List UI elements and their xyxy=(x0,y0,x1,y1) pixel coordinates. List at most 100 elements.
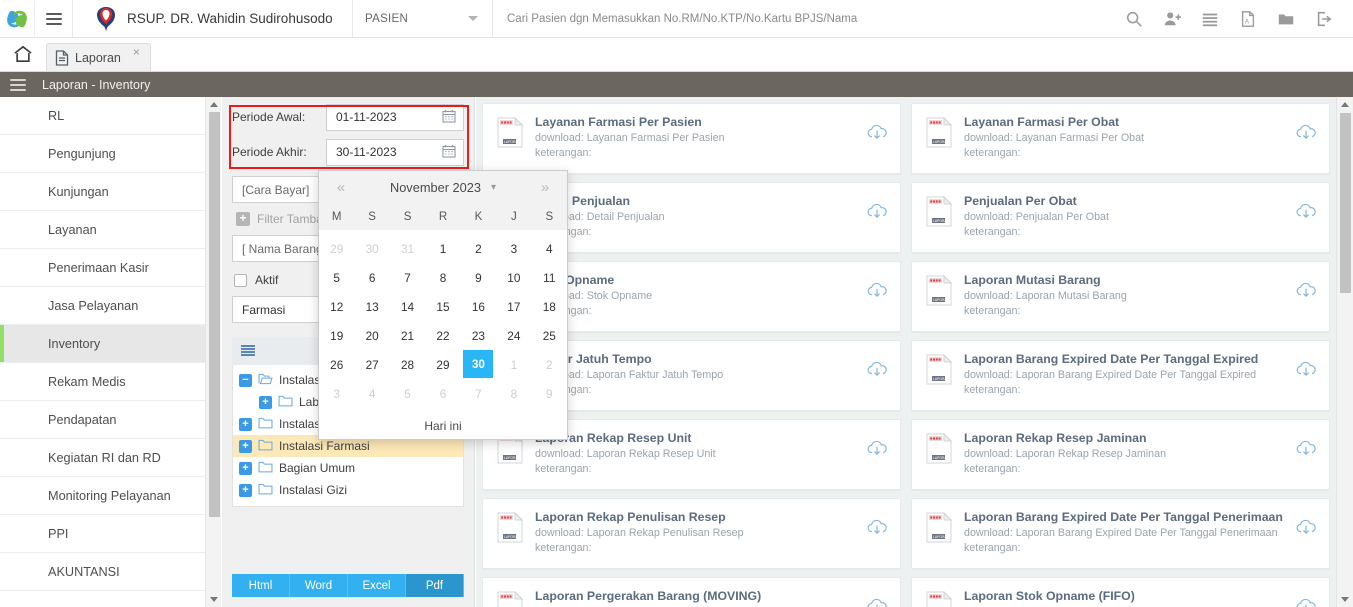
day-cell[interactable]: 7 xyxy=(390,263,425,292)
day-cell[interactable]: 16 xyxy=(461,292,496,321)
report-card[interactable]: LAPORAN Layanan Farmasi Per Pasien downloa… xyxy=(482,103,901,174)
day-cell[interactable]: 22 xyxy=(425,321,460,350)
patient-search-input[interactable]: Cari Pasien dgn Memasukkan No.RM/No.KTP/… xyxy=(493,0,1125,37)
export-button-pdf[interactable]: Pdf xyxy=(406,574,464,597)
day-cell[interactable]: 25 xyxy=(532,321,567,350)
day-cell[interactable]: 27 xyxy=(354,350,389,379)
tree-toggle-icon[interactable]: − xyxy=(239,373,252,387)
day-cell[interactable]: 31 xyxy=(390,234,425,263)
sidebar-item-inventory[interactable]: Inventory xyxy=(0,325,205,363)
sidebar-item-ppi[interactable]: PPI xyxy=(0,515,205,553)
day-cell[interactable]: 17 xyxy=(496,292,531,321)
content-scrollbar[interactable] xyxy=(1336,97,1353,607)
sidebar-item-layanan[interactable]: Layanan xyxy=(0,211,205,249)
report-card[interactable]: LAPORAN Laporan Barang Expired Date Per T… xyxy=(911,340,1330,411)
day-cell[interactable]: 15 xyxy=(425,292,460,321)
report-card[interactable]: LAPORAN Laporan Mutasi Barang download: La… xyxy=(911,261,1330,332)
export-button-excel[interactable]: Excel xyxy=(348,574,406,597)
download-icon[interactable] xyxy=(866,280,888,302)
tree-toggle-icon[interactable]: + xyxy=(239,417,252,431)
sidebar-item-rl[interactable]: RL xyxy=(0,97,205,135)
tab-laporan[interactable]: Laporan × xyxy=(46,43,151,71)
download-icon[interactable] xyxy=(866,517,888,539)
download-icon[interactable] xyxy=(1295,359,1317,381)
next-month-button[interactable]: » xyxy=(535,179,555,196)
periode-akhir-input[interactable]: 30-11-2023 xyxy=(326,138,464,166)
sidebar-item-rekam-medis[interactable]: Rekam Medis xyxy=(0,363,205,401)
scroll-down-icon[interactable] xyxy=(206,592,221,607)
day-cell[interactable]: 2 xyxy=(461,234,496,263)
download-icon[interactable] xyxy=(1295,122,1317,144)
day-cell[interactable]: 13 xyxy=(354,292,389,321)
sidebar-item-kunjungan[interactable]: Kunjungan xyxy=(0,173,205,211)
content-scroll-thumb[interactable] xyxy=(1340,113,1351,293)
scroll-up-icon[interactable] xyxy=(206,97,221,112)
download-icon[interactable] xyxy=(1295,438,1317,460)
day-cell[interactable]: 7 xyxy=(461,379,496,408)
day-cell[interactable]: 4 xyxy=(532,234,567,263)
app-logo[interactable] xyxy=(0,0,35,37)
report-card[interactable]: LAPORAN Laporan Rekap Penulisan Resep down… xyxy=(482,498,901,569)
scroll-up-icon[interactable] xyxy=(1337,97,1353,112)
report-card[interactable]: LAPORAN Layanan Farmasi Per Obat download:… xyxy=(911,103,1330,174)
export-button-word[interactable]: Word xyxy=(290,574,348,597)
calendar-icon[interactable] xyxy=(442,109,456,126)
report-card[interactable]: LAPORAN Laporan Stok Opname (FIFO)downloa… xyxy=(911,577,1330,607)
folder-icon[interactable] xyxy=(1277,10,1295,28)
day-cell[interactable]: 18 xyxy=(532,292,567,321)
day-cell[interactable]: 5 xyxy=(390,379,425,408)
day-cell[interactable]: 2 xyxy=(532,350,567,379)
day-cell[interactable]: 29 xyxy=(425,350,460,379)
sidebar-item-kegiatan-ri-dan-rd[interactable]: Kegiatan RI dan RD xyxy=(0,439,205,477)
report-card[interactable]: LAPORAN Laporan Pergerakan Barang (MOVING… xyxy=(482,577,901,607)
day-cell[interactable]: 3 xyxy=(496,234,531,263)
day-cell[interactable]: 6 xyxy=(354,263,389,292)
day-cell[interactable]: 23 xyxy=(461,321,496,350)
logout-icon[interactable] xyxy=(1315,10,1333,28)
menu-toggle-button[interactable] xyxy=(35,0,73,37)
download-icon[interactable] xyxy=(866,359,888,381)
close-icon[interactable]: × xyxy=(133,46,140,58)
day-cell[interactable]: 9 xyxy=(532,379,567,408)
day-cell[interactable]: 10 xyxy=(496,263,531,292)
day-cell[interactable]: 1 xyxy=(496,350,531,379)
periode-awal-input[interactable]: 01-11-2023 xyxy=(326,103,464,131)
sidebar-item-penerimaan-kasir[interactable]: Penerimaan Kasir xyxy=(0,249,205,287)
aktif-checkbox[interactable] xyxy=(234,273,247,287)
sidebar-item-akuntansi[interactable]: AKUNTANSI xyxy=(0,553,205,591)
day-cell[interactable]: 20 xyxy=(354,321,389,350)
calendar-icon[interactable] xyxy=(442,144,456,161)
today-button[interactable]: Hari ini xyxy=(319,408,567,444)
tree-toggle-icon[interactable]: + xyxy=(259,395,272,409)
tree-toggle-icon[interactable]: + xyxy=(239,461,252,475)
download-icon[interactable] xyxy=(866,596,888,607)
module-select[interactable]: PASIEN xyxy=(353,0,493,37)
scroll-down-icon[interactable] xyxy=(1337,592,1353,607)
day-cell[interactable]: 19 xyxy=(319,321,354,350)
date-picker-popup[interactable]: « November 2023 ▾ » MSSRKJS 29 30 31 1 2 3 4 5 6… xyxy=(318,170,568,440)
sidebar-scroll-thumb[interactable] xyxy=(209,112,220,517)
add-user-icon[interactable] xyxy=(1163,10,1181,28)
report-card[interactable]: LAPORAN Penjualan Per Obat download: Penju… xyxy=(911,182,1330,253)
day-cell[interactable]: 3 xyxy=(319,379,354,408)
tree-node[interactable]: + Instalasi Gizi xyxy=(233,479,463,501)
download-icon[interactable] xyxy=(866,438,888,460)
tree-list-icon[interactable] xyxy=(241,345,255,357)
report-card[interactable]: LAPORAN Laporan Barang Expired Date Per T… xyxy=(911,498,1330,569)
day-cell[interactable]: 8 xyxy=(425,263,460,292)
sidebar-scrollbar[interactable] xyxy=(205,97,221,607)
search-icon[interactable] xyxy=(1125,10,1143,28)
day-cell[interactable]: 12 xyxy=(319,292,354,321)
report-card[interactable]: LAPORAN Laporan Rekap Resep Jaminan downlo… xyxy=(911,419,1330,490)
day-cell[interactable]: 21 xyxy=(390,321,425,350)
home-tab-button[interactable] xyxy=(0,37,46,71)
download-icon[interactable] xyxy=(866,122,888,144)
download-icon[interactable] xyxy=(1295,517,1317,539)
download-icon[interactable] xyxy=(866,201,888,223)
tree-toggle-icon[interactable]: + xyxy=(239,483,252,497)
day-cell[interactable]: 5 xyxy=(319,263,354,292)
page-menu-icon[interactable] xyxy=(10,78,26,91)
export-button-html[interactable]: Html xyxy=(232,574,290,597)
sidebar-item-monitoring-pelayanan[interactable]: Monitoring Pelayanan xyxy=(0,477,205,515)
month-year-selector[interactable]: November 2023 ▾ xyxy=(390,180,496,195)
